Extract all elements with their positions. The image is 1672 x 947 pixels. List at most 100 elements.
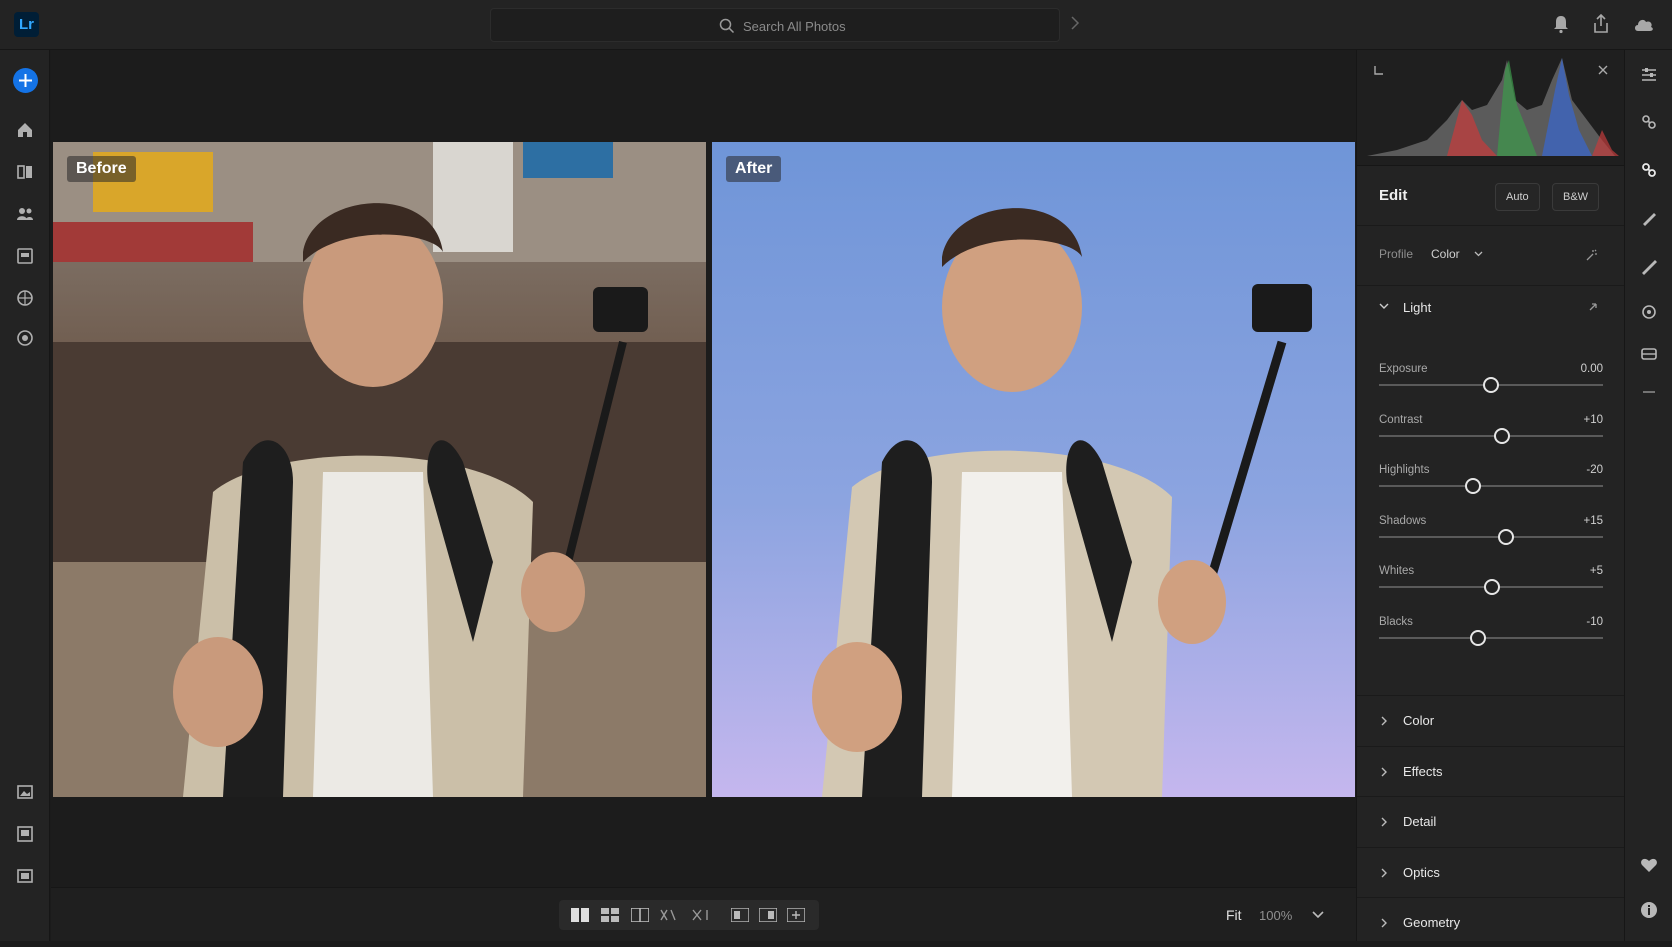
chevron-down-icon[interactable] [1474, 251, 1483, 257]
flip-icon[interactable] [691, 908, 713, 922]
profile-browser-icon[interactable] [1585, 248, 1599, 262]
more-icon[interactable] [1639, 382, 1659, 402]
slider-highlights[interactable]: Highlights -20 [1379, 464, 1603, 514]
chevron-right-icon [1381, 918, 1387, 928]
fit-button[interactable]: Fit [1226, 907, 1242, 923]
side-by-side-icon[interactable] [631, 908, 649, 922]
home-icon[interactable] [15, 120, 35, 140]
search-bar[interactable]: Search All Photos [490, 8, 1060, 42]
chevron-down-icon[interactable] [1311, 910, 1325, 920]
before-photo-image [53, 142, 706, 797]
left-rail [0, 50, 50, 941]
section-effects[interactable]: Effects [1357, 745, 1625, 796]
slider-label: Contrast [1379, 413, 1423, 426]
section-optics[interactable]: Optics [1357, 846, 1625, 897]
slider-track[interactable] [1379, 535, 1603, 538]
bw-button[interactable]: B&W [1552, 183, 1600, 211]
chevron-right-icon [1381, 868, 1387, 877]
slider-value[interactable]: +15 [1583, 515, 1603, 527]
histogram-graph [1367, 58, 1619, 156]
chevron-right-icon [1381, 716, 1387, 726]
section-title: Effects [1403, 763, 1443, 779]
after-photo-image [812, 208, 1312, 797]
slider-thumb[interactable] [1469, 629, 1486, 646]
section-title: Optics [1403, 864, 1440, 880]
slider-thumb[interactable] [1484, 579, 1501, 595]
section-color[interactable]: Color [1357, 695, 1625, 745]
discover-icon[interactable] [15, 288, 35, 308]
slider-label: Exposure [1379, 363, 1428, 375]
swap-icon[interactable] [659, 908, 677, 922]
slider-label: Whites [1379, 565, 1415, 577]
albums-icon[interactable] [15, 246, 35, 266]
people-icon[interactable] [15, 204, 35, 224]
learn-icon[interactable] [15, 328, 35, 348]
section-title: Color [1403, 713, 1435, 728]
slider-value[interactable]: +5 [1590, 565, 1603, 577]
profile-label: Profile [1379, 247, 1414, 261]
section-title: Geometry [1403, 915, 1461, 930]
before-label: Before [67, 156, 136, 182]
grid-view-icon[interactable] [601, 908, 619, 922]
presets-icon[interactable] [1639, 65, 1659, 85]
slider-exposure[interactable]: Exposure 0.00 [1379, 363, 1603, 413]
light-section-header[interactable]: Light [1357, 286, 1625, 328]
section-detail[interactable]: Detail [1357, 796, 1625, 846]
compare-right-icon[interactable] [759, 908, 777, 922]
histogram [1357, 50, 1625, 166]
library-icon[interactable] [15, 162, 35, 182]
lightroom-logo[interactable]: Lr [14, 12, 39, 37]
slider-label: Highlights [1379, 464, 1430, 476]
auto-light-icon[interactable] [1587, 300, 1601, 314]
info-icon[interactable] [1639, 900, 1659, 920]
bottom-toolbar: Fit 100% [51, 887, 1356, 941]
slider-value[interactable]: -10 [1586, 616, 1603, 628]
edit-header: Edit Auto B&W [1357, 166, 1625, 226]
compare-left-icon[interactable] [731, 908, 749, 922]
auto-button[interactable]: Auto [1495, 183, 1540, 211]
slider-whites[interactable]: Whites +5 [1379, 565, 1603, 615]
slider-track[interactable] [1379, 485, 1603, 487]
add-photos-button[interactable] [13, 68, 38, 93]
slider-label: Blacks [1379, 615, 1413, 628]
cloud-icon[interactable] [1633, 16, 1655, 32]
slider-contrast[interactable]: Contrast +10 [1379, 414, 1603, 464]
slider-thumb[interactable] [1494, 427, 1511, 444]
slider-blacks[interactable]: Blacks -10 [1379, 616, 1603, 666]
slider-thumb[interactable] [1497, 528, 1514, 545]
before-photo[interactable]: Before [53, 142, 706, 797]
crop-icon[interactable] [1639, 112, 1659, 132]
slider-thumb[interactable] [1465, 478, 1482, 494]
search-icon [719, 18, 735, 34]
brush-icon[interactable] [1639, 256, 1659, 276]
slider-thumb[interactable] [1483, 377, 1499, 393]
slider-shadows[interactable]: Shadows +15 [1379, 515, 1603, 565]
photo-grid-icon[interactable] [15, 782, 35, 802]
radial-gradient-icon[interactable] [1639, 302, 1659, 322]
slider-value[interactable]: 0.00 [1581, 363, 1603, 375]
filmstrip-icon[interactable] [15, 866, 35, 886]
before-after-split-icon[interactable] [571, 908, 589, 922]
edit-sliders-icon[interactable] [1639, 160, 1659, 180]
chevron-right-icon[interactable] [1070, 16, 1080, 30]
after-label: After [726, 156, 782, 182]
bell-icon[interactable] [1552, 14, 1570, 34]
healing-brush-icon[interactable] [1639, 208, 1659, 228]
edit-panel: Edit Auto B&W Profile Color Light Exposu… [1356, 50, 1625, 941]
heart-icon[interactable] [1639, 855, 1659, 875]
clipping-highlights-icon[interactable] [1597, 64, 1609, 76]
clipping-shadows-icon[interactable] [1373, 64, 1385, 76]
edit-title: Edit [1379, 187, 1408, 204]
slider-track[interactable] [1379, 636, 1603, 639]
slider-track[interactable] [1379, 434, 1603, 437]
detail-view-icon[interactable] [15, 824, 35, 844]
section-geometry[interactable]: Geometry [1357, 897, 1625, 947]
slider-value[interactable]: +10 [1583, 414, 1603, 426]
zoom-level[interactable]: 100% [1259, 908, 1292, 923]
slider-value[interactable]: -20 [1586, 464, 1603, 476]
after-photo[interactable]: After [712, 142, 1355, 797]
profile-dropdown[interactable]: Color [1431, 247, 1460, 261]
add-compare-icon[interactable] [787, 908, 805, 922]
linear-gradient-icon[interactable] [1639, 344, 1659, 364]
share-icon[interactable] [1592, 14, 1610, 34]
